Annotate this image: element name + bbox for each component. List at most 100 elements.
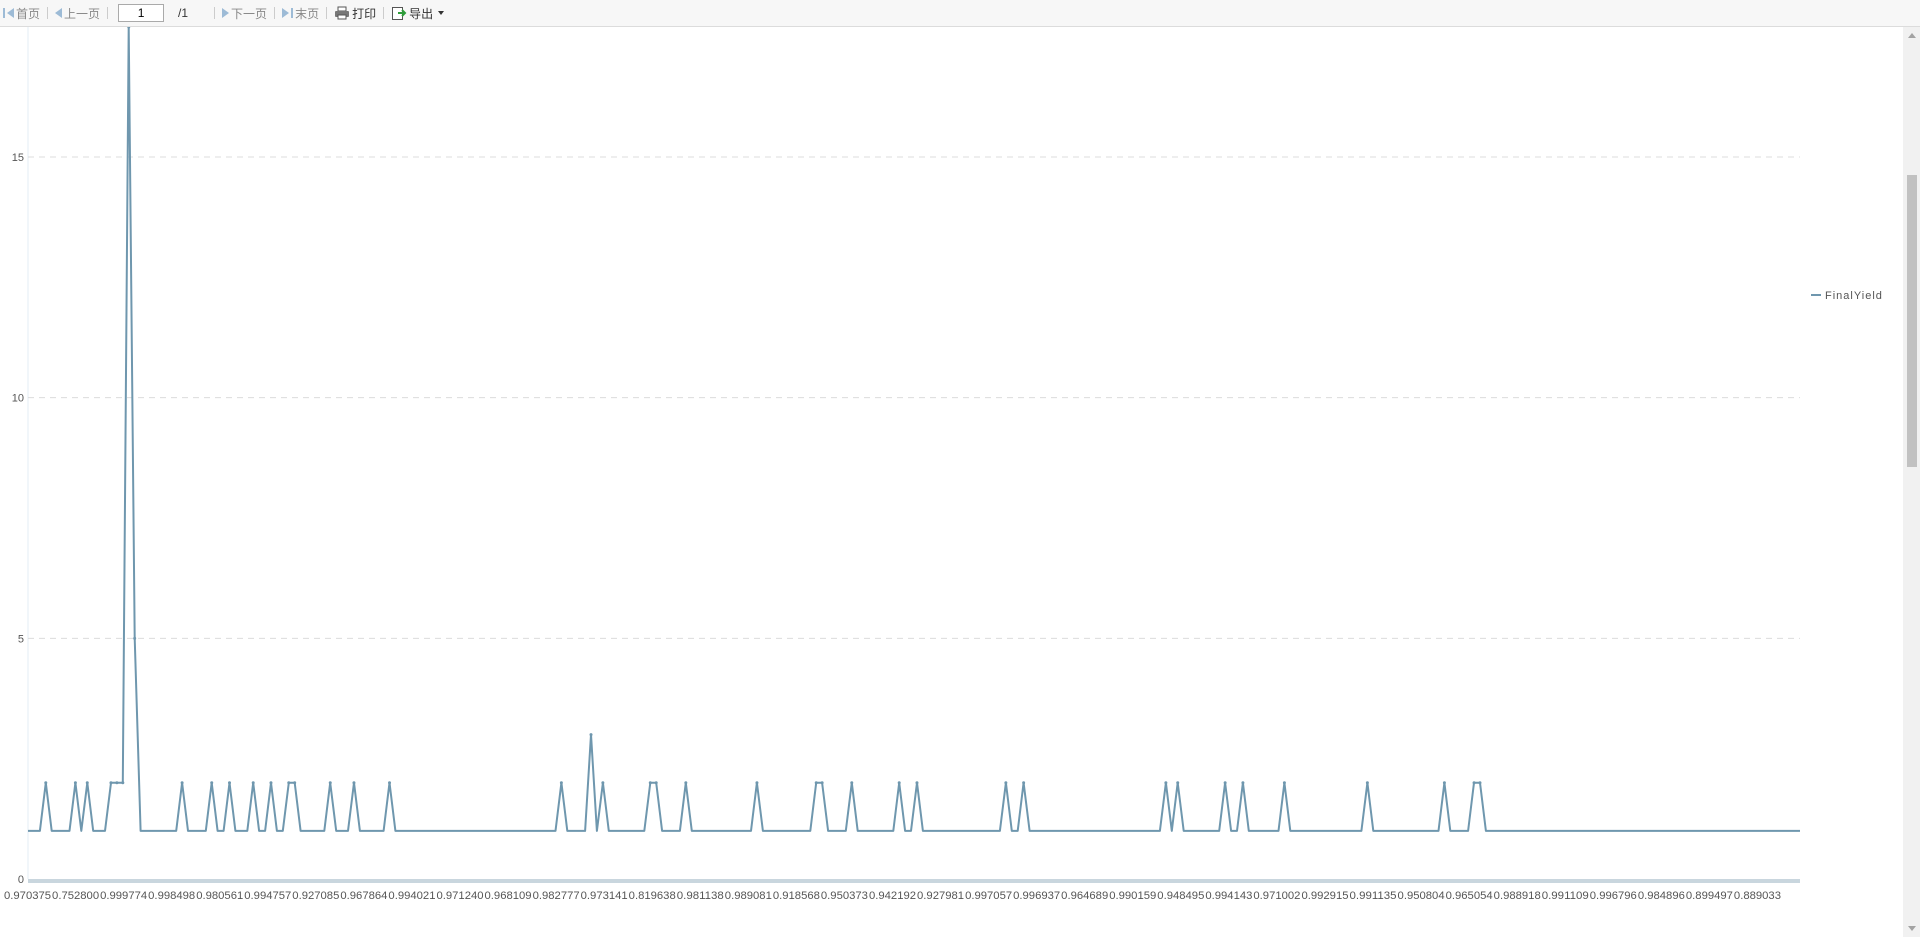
- x-tick-label: 0.950373: [821, 890, 868, 902]
- x-tick-label: 0.994757: [244, 890, 291, 902]
- data-point: [85, 781, 89, 785]
- x-tick-label: 0.971240: [436, 890, 483, 902]
- data-point: [1022, 781, 1026, 785]
- data-point: [850, 781, 854, 785]
- x-tick-label: 0.989081: [725, 890, 772, 902]
- next-page-button[interactable]: 下一页: [219, 5, 270, 22]
- data-point: [293, 781, 297, 785]
- x-tick-label: 0.997057: [965, 890, 1012, 902]
- x-tick-label: 0.994021: [388, 890, 435, 902]
- y-tick-label: 5: [18, 633, 24, 645]
- x-tick-label: 0.942192: [869, 890, 916, 902]
- data-point: [251, 781, 255, 785]
- data-point: [388, 781, 392, 785]
- last-page-button[interactable]: 末页: [279, 5, 322, 22]
- data-point: [1472, 781, 1476, 785]
- export-icon: [392, 7, 407, 20]
- x-tick-label: 0.927085: [292, 890, 339, 902]
- x-tick-label: 0.984896: [1638, 890, 1685, 902]
- last-page-icon: [282, 8, 290, 18]
- first-page-label: 首页: [16, 6, 41, 21]
- x-tick-label: 0.918568: [773, 890, 820, 902]
- data-point: [133, 636, 137, 640]
- x-tick-label: 0.973141: [581, 890, 628, 902]
- scroll-up-arrow-icon[interactable]: [1908, 33, 1916, 38]
- data-point: [1442, 781, 1446, 785]
- x-tick-label: 0.927981: [917, 890, 964, 902]
- y-tick-label: 10: [12, 393, 24, 405]
- data-point: [121, 781, 125, 785]
- x-tick-label: 0.964689: [1061, 890, 1108, 902]
- data-point: [328, 781, 332, 785]
- data-point: [115, 781, 119, 785]
- next-page-label: 下一页: [231, 6, 268, 21]
- print-button[interactable]: 打印: [331, 5, 379, 22]
- x-tick-label: 0.992915: [1301, 890, 1348, 902]
- data-point: [1223, 781, 1227, 785]
- page-number-input[interactable]: [118, 4, 165, 22]
- x-axis-line: [28, 879, 1800, 883]
- data-point: [897, 781, 901, 785]
- x-tick-label: 0.970375: [4, 890, 51, 902]
- x-tick-label: 0.998498: [148, 890, 195, 902]
- data-point: [1478, 781, 1482, 785]
- toolbar-divider: [47, 7, 49, 19]
- data-point: [654, 781, 658, 785]
- x-tick-label: 0.988918: [1494, 890, 1541, 902]
- toolbar-divider: [107, 7, 109, 19]
- x-tick-label: 0.948495: [1157, 890, 1204, 902]
- data-point: [589, 733, 593, 737]
- data-point: [227, 781, 231, 785]
- data-point: [814, 781, 818, 785]
- export-label: 导出: [409, 6, 434, 21]
- data-point: [1164, 781, 1168, 785]
- x-tick-label: 0.965054: [1446, 890, 1493, 902]
- x-tick-label: 0.994143: [1205, 890, 1252, 902]
- toolbar-divider: [326, 7, 328, 19]
- series-line-FinalYield: [28, 26, 1800, 832]
- scroll-down-arrow-icon[interactable]: [1908, 926, 1916, 931]
- x-tick-label: 0.819638: [629, 890, 676, 902]
- next-page-icon: [222, 8, 230, 18]
- data-point: [1004, 781, 1008, 785]
- toolbar-divider: [274, 7, 276, 19]
- y-tick-label: 15: [12, 152, 24, 164]
- first-page-icon: [7, 8, 14, 18]
- data-point: [1282, 781, 1286, 785]
- data-point: [820, 781, 824, 785]
- data-point: [287, 781, 291, 785]
- print-label: 打印: [352, 6, 377, 21]
- first-page-button[interactable]: 首页: [0, 5, 43, 22]
- data-point: [210, 781, 214, 785]
- last-page-bar-icon: [291, 8, 294, 18]
- y-tick-label: 0: [18, 874, 24, 886]
- data-point: [684, 781, 688, 785]
- report-toolbar: 首页 上一页 /1 下一页 末页 打印 导出: [0, 0, 1920, 27]
- data-point: [44, 781, 48, 785]
- data-point: [915, 781, 919, 785]
- first-page-bar-icon: [3, 8, 5, 18]
- x-tick-label: 0.996937: [1013, 890, 1060, 902]
- x-tick-label: 0.980561: [196, 890, 243, 902]
- data-point: [1241, 781, 1245, 785]
- scrollbar-thumb[interactable]: [1907, 175, 1917, 467]
- x-tick-label: 0.968109: [485, 890, 532, 902]
- legend-label: FinalYield: [1825, 290, 1883, 302]
- prev-page-button[interactable]: 上一页: [52, 5, 103, 22]
- page-total-label: /1: [178, 6, 189, 20]
- x-tick-label: 0.752800: [52, 890, 99, 902]
- x-tick-label: 0.899497: [1686, 890, 1733, 902]
- data-point: [180, 781, 184, 785]
- data-point: [352, 781, 356, 785]
- x-tick-label: 0.982777: [533, 890, 580, 902]
- data-point: [601, 781, 605, 785]
- data-point: [1365, 781, 1369, 785]
- export-button[interactable]: 导出: [388, 5, 447, 22]
- x-tick-label: 0.950804: [1398, 890, 1445, 902]
- last-page-label: 末页: [295, 6, 320, 21]
- vertical-scrollbar[interactable]: [1903, 27, 1920, 937]
- data-point: [109, 781, 113, 785]
- x-tick-label: 0.990159: [1109, 890, 1156, 902]
- x-tick-label: 0.999774: [100, 890, 147, 902]
- x-tick-label: 0.967864: [340, 890, 387, 902]
